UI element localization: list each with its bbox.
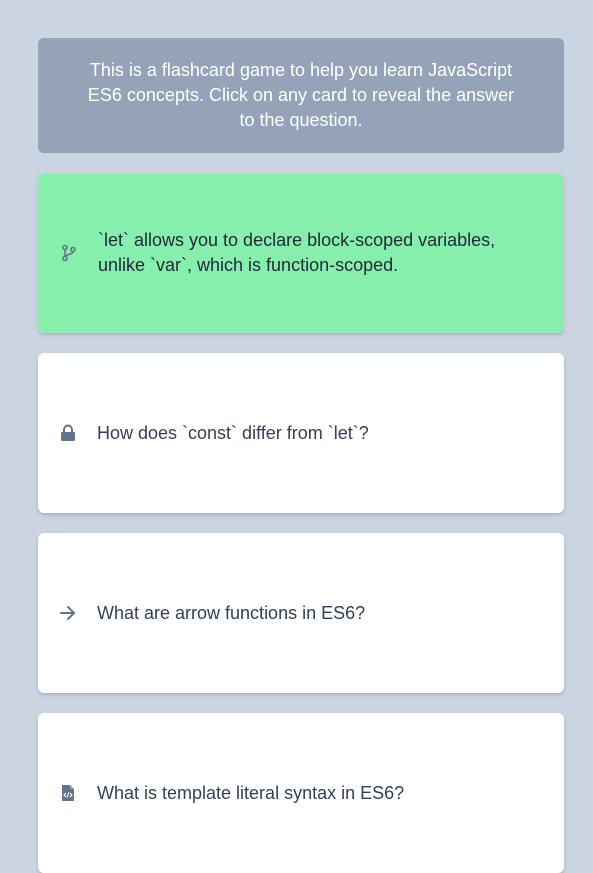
flashcard-question: How does `const` differ from `let`?: [97, 422, 369, 443]
flashcard-let[interactable]: `let` allows you to declare block-scoped…: [38, 173, 564, 333]
flashcard-question: What is template literal syntax in ES6?: [97, 782, 405, 803]
flashcard-template-literals[interactable]: What is template literal syntax in ES6?: [38, 713, 564, 873]
flashcard-container: This is a flashcard game to help you lea…: [38, 38, 564, 873]
intro-text: This is a flashcard game to help you lea…: [87, 60, 515, 130]
arrow-right-icon: [58, 603, 78, 623]
code-file-icon: [58, 783, 78, 803]
flashcard-arrow-functions[interactable]: What are arrow functions in ES6?: [38, 533, 564, 693]
lock-icon: [58, 423, 78, 443]
git-branch-icon: [59, 243, 79, 263]
intro-banner: This is a flashcard game to help you lea…: [38, 38, 564, 153]
flashcard-question: What are arrow functions in ES6?: [97, 602, 366, 623]
flashcard-answer: `let` allows you to declare block-scoped…: [98, 230, 496, 275]
flashcard-const[interactable]: How does `const` differ from `let`?: [38, 353, 564, 513]
